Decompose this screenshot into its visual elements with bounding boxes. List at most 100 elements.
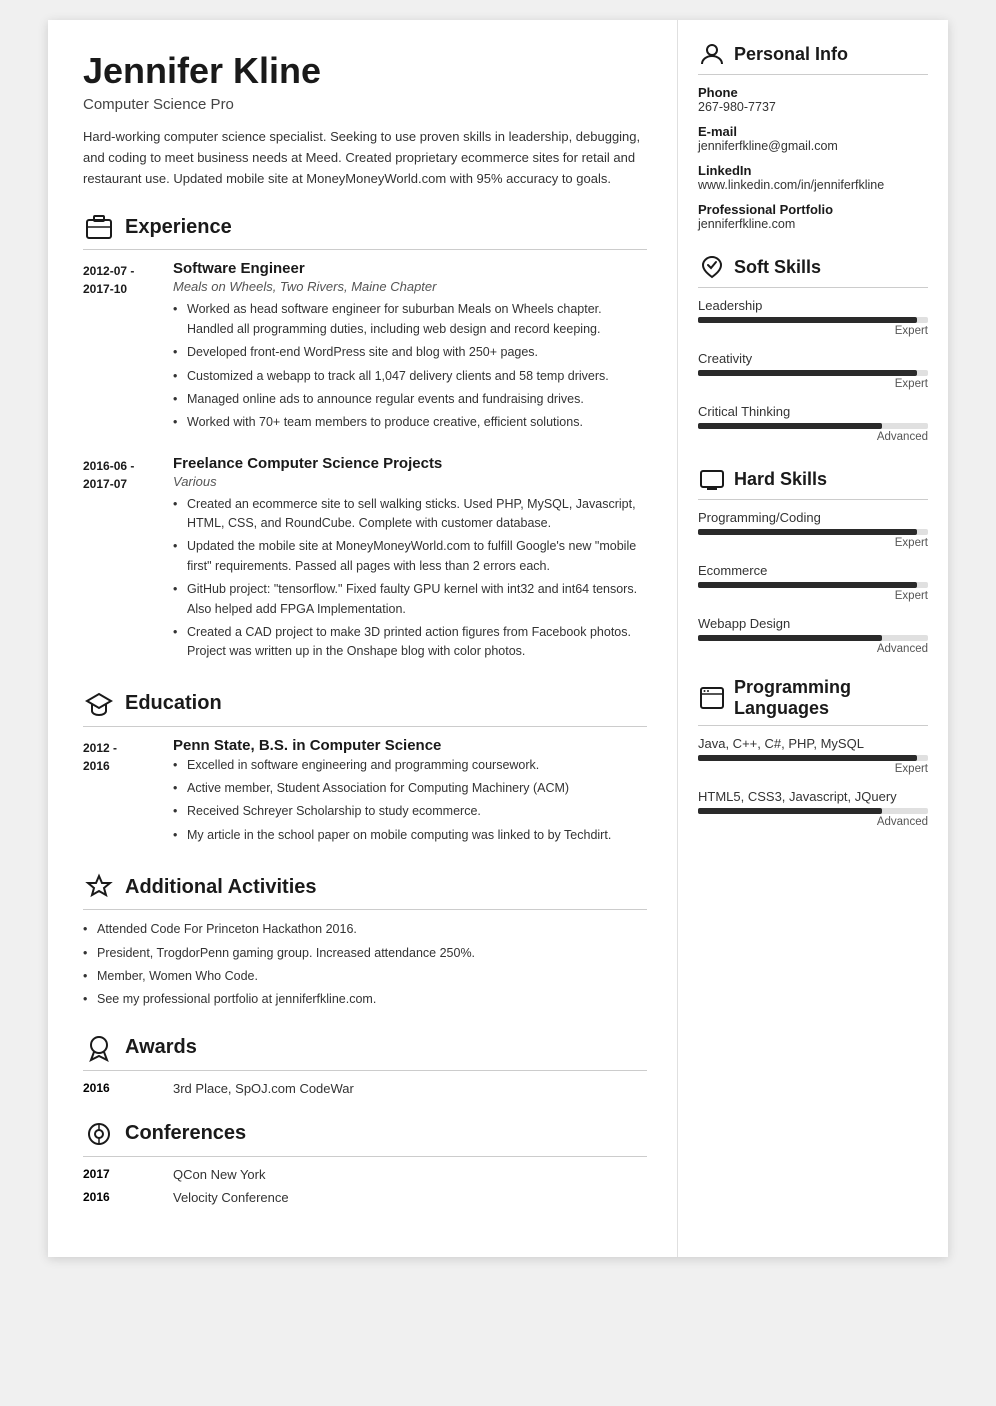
education-icon: [83, 688, 115, 720]
info-portfolio: Professional Portfolio jenniferfkline.co…: [698, 202, 928, 231]
education-title: Education: [125, 692, 222, 715]
prog-skill-name-1: Java, C++, C#, PHP, MySQL: [698, 736, 928, 751]
soft-skills-icon: [698, 253, 726, 281]
bullet-item: GitHub project: "tensorflow." Fixed faul…: [173, 580, 647, 619]
awards-header: Awards: [83, 1032, 647, 1071]
conf-text-2: Velocity Conference: [173, 1190, 289, 1205]
conf-date-2: 2016: [83, 1190, 173, 1205]
experience-date-1: 2012-07 -2017-10: [83, 260, 173, 436]
info-phone: Phone 267-980-7737: [698, 85, 928, 114]
left-column: Jennifer Kline Computer Science Pro Hard…: [48, 20, 678, 1257]
soft-skill-name-3: Critical Thinking: [698, 404, 928, 419]
soft-skill-level-2: Expert: [698, 378, 928, 390]
hard-skills-header: Hard Skills: [698, 465, 928, 500]
hard-skill-bar-3: [698, 635, 928, 641]
hard-skill-fill-2: [698, 582, 917, 588]
conf-text-1: QCon New York: [173, 1167, 266, 1182]
award-entry-1: 2016 3rd Place, SpOJ.com CodeWar: [83, 1081, 647, 1096]
soft-skill-fill-2: [698, 370, 917, 376]
soft-skill-1: Leadership Expert: [698, 298, 928, 337]
header-block: Jennifer Kline Computer Science Pro Hard…: [83, 50, 647, 189]
conference-entry-1: 2017 QCon New York: [83, 1167, 647, 1182]
personal-info-section: Personal Info Phone 267-980-7737 E-mail …: [698, 40, 928, 231]
prog-lang-section: Programming Languages Java, C++, C#, PHP…: [698, 677, 928, 828]
prog-skill-fill-1: [698, 755, 917, 761]
conference-entry-2: 2016 Velocity Conference: [83, 1190, 647, 1205]
experience-content-1: Software Engineer Meals on Wheels, Two R…: [173, 260, 647, 436]
awards-icon: [83, 1032, 115, 1064]
bullet-item: Managed online ads to announce regular e…: [173, 390, 647, 409]
soft-skill-name-2: Creativity: [698, 351, 928, 366]
education-date-1: 2012 -2016: [83, 737, 173, 850]
company-2: Various: [173, 474, 647, 489]
experience-title: Experience: [125, 216, 232, 239]
conferences-icon: [83, 1118, 115, 1150]
candidate-title: Computer Science Pro: [83, 96, 647, 113]
education-entry-1: 2012 -2016 Penn State, B.S. in Computer …: [83, 737, 647, 850]
hard-skill-name-1: Programming/Coding: [698, 510, 928, 525]
awards-section: Awards 2016 3rd Place, SpOJ.com CodeWar: [83, 1032, 647, 1096]
experience-entry-1: 2012-07 -2017-10 Software Engineer Meals…: [83, 260, 647, 436]
prog-lang-icon: [698, 684, 726, 712]
hard-skill-level-2: Expert: [698, 590, 928, 602]
hard-skill-name-2: Ecommerce: [698, 563, 928, 578]
bullet-item: Worked with 70+ team members to produce …: [173, 413, 647, 432]
hard-skill-level-3: Advanced: [698, 643, 928, 655]
soft-skill-3: Critical Thinking Advanced: [698, 404, 928, 443]
prog-skill-1: Java, C++, C#, PHP, MySQL Expert: [698, 736, 928, 775]
soft-skill-bar-2: [698, 370, 928, 376]
experience-icon: [83, 211, 115, 243]
conf-date-1: 2017: [83, 1167, 173, 1182]
hard-skill-2: Ecommerce Expert: [698, 563, 928, 602]
edu-bullets-1: Excelled in software engineering and pro…: [173, 756, 647, 846]
soft-skill-level-3: Advanced: [698, 431, 928, 443]
prog-skill-name-2: HTML5, CSS3, Javascript, JQuery: [698, 789, 928, 804]
soft-skills-section: Soft Skills Leadership Expert Creativity…: [698, 253, 928, 443]
email-label: E-mail: [698, 124, 928, 139]
awards-title: Awards: [125, 1036, 197, 1059]
phone-value: 267-980-7737: [698, 100, 928, 114]
experience-content-2: Freelance Computer Science Projects Vari…: [173, 455, 647, 666]
activity-item: See my professional portfolio at jennife…: [83, 990, 647, 1009]
bullet-item: Active member, Student Association for C…: [173, 779, 647, 798]
prog-skill-level-1: Expert: [698, 763, 928, 775]
soft-skill-bar-3: [698, 423, 928, 429]
activities-icon: [83, 871, 115, 903]
soft-skill-fill-1: [698, 317, 917, 323]
right-column: Personal Info Phone 267-980-7737 E-mail …: [678, 20, 948, 1257]
prog-skill-bar-1: [698, 755, 928, 761]
soft-skill-fill-3: [698, 423, 882, 429]
candidate-name: Jennifer Kline: [83, 50, 647, 92]
info-email: E-mail jenniferfkline@gmail.com: [698, 124, 928, 153]
prog-lang-header: Programming Languages: [698, 677, 928, 726]
conferences-section: Conferences 2017 QCon New York 2016 Velo…: [83, 1118, 647, 1205]
activities-header: Additional Activities: [83, 871, 647, 910]
job-title-1: Software Engineer: [173, 260, 647, 277]
hard-skills-section: Hard Skills Programming/Coding Expert Ec…: [698, 465, 928, 655]
bullet-item: Created an ecommerce site to sell walkin…: [173, 495, 647, 534]
email-value: jenniferfkline@gmail.com: [698, 139, 928, 153]
activities-title: Additional Activities: [125, 876, 317, 899]
hard-skills-icon: [698, 465, 726, 493]
hard-skill-name-3: Webapp Design: [698, 616, 928, 631]
phone-label: Phone: [698, 85, 928, 100]
prog-skill-fill-2: [698, 808, 882, 814]
prog-skill-level-2: Advanced: [698, 816, 928, 828]
resume-container: Jennifer Kline Computer Science Pro Hard…: [48, 20, 948, 1257]
hard-skill-bar-1: [698, 529, 928, 535]
hard-skill-fill-3: [698, 635, 882, 641]
education-section: Education 2012 -2016 Penn State, B.S. in…: [83, 688, 647, 850]
hard-skill-bar-2: [698, 582, 928, 588]
soft-skills-title: Soft Skills: [734, 257, 821, 278]
experience-entry-2: 2016-06 -2017-07 Freelance Computer Scie…: [83, 455, 647, 666]
conferences-title: Conferences: [125, 1122, 246, 1145]
soft-skill-2: Creativity Expert: [698, 351, 928, 390]
bullet-item: My article in the school paper on mobile…: [173, 826, 647, 845]
award-date-1: 2016: [83, 1081, 173, 1096]
soft-skill-bar-1: [698, 317, 928, 323]
soft-skill-name-1: Leadership: [698, 298, 928, 313]
soft-skills-header: Soft Skills: [698, 253, 928, 288]
bullet-item: Updated the mobile site at MoneyMoneyWor…: [173, 537, 647, 576]
award-text-1: 3rd Place, SpOJ.com CodeWar: [173, 1081, 354, 1096]
activity-item: President, TrogdorPenn gaming group. Inc…: [83, 944, 647, 963]
